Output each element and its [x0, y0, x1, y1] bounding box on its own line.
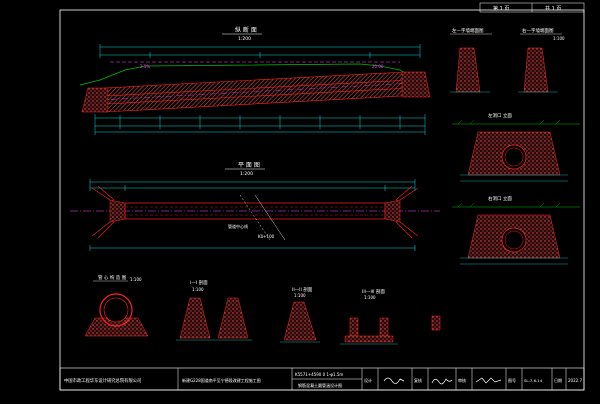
plan-dimensions-bottom [89, 245, 416, 251]
section-2: II—II 剖面 1:100 [280, 286, 320, 343]
profile-culvert [81, 71, 431, 113]
date-value: 2022.7 [568, 378, 582, 383]
elevation-tag-2: 20.00 [372, 64, 384, 69]
section-3: III—III 剖面 1:100 [340, 288, 398, 345]
profile-scale: 1:200 [238, 36, 251, 42]
profile-dimensions-top [99, 44, 421, 58]
right-opening-elevation: 右洞口 立面 [452, 195, 580, 265]
plan-dimensions-top [89, 179, 416, 191]
page-total-label: 共 1 页 [545, 5, 561, 12]
wing-left-title: 左—字墙端面图 [452, 27, 484, 34]
drawing-no-label: 图号 [508, 377, 516, 383]
company-name: 中国市政工程华东设计研究总院有限公司 [64, 377, 141, 384]
plan-view: 平 面 图 1:200 管道中心线 K0+100 [70, 162, 440, 251]
profile-title: 纵 断 面 [235, 26, 257, 34]
section-1: I—I 剖面 1:100 [176, 279, 252, 341]
pipe-section-detail: 管 心 构 造 图 1:100 [84, 274, 149, 337]
section-2-title: II—II 剖面 [292, 286, 313, 293]
drawing-name: 钢筋混凝土圆管涵设计图 [298, 382, 342, 388]
section-1-title: I—I 剖面 [190, 279, 208, 286]
wing-wall-right-section: 右—字墙端面图 1:100 [518, 27, 565, 93]
left-opening-elevation: 左洞口 立面 [452, 112, 580, 182]
title-block: 中国市政工程华东设计研究总院有限公司 新建G228国道南平至宁德段改建工程施工图… [59, 367, 585, 391]
drawing-sheet: 第 1 页 共 1 页 纵 断 面 1:200 2.5% 20.00 平 面 图… [0, 0, 600, 400]
page-number-label: 第 1 页 [493, 5, 509, 12]
left-elevation-title: 左洞口 立面 [488, 112, 512, 119]
section-2-scale: 1:100 [294, 293, 306, 298]
section-1-scale: 1:100 [192, 287, 204, 292]
plan-culvert [70, 185, 440, 241]
review-signature [475, 377, 502, 384]
wing-right-title: 右—字墙端面图 [522, 27, 554, 34]
wing-wall-left-section: 左—字墙端面图 [450, 27, 492, 93]
check-signature [431, 378, 453, 385]
small-detail [431, 315, 441, 331]
section-3-title: III—III 剖面 [362, 288, 385, 295]
profile-dimensions-bottom [94, 114, 426, 135]
elevation-tag-1: 2.5% [140, 64, 150, 69]
right-elevation-title: 右洞口 立面 [488, 195, 512, 202]
pipe-section-title: 管 心 构 造 图 [98, 274, 127, 281]
plan-scale: 1:200 [240, 171, 253, 177]
project-name: 新建G228国道南平至宁德段改建工程施工图 [182, 377, 261, 383]
drawing-no: SL-7-6-14 [524, 378, 543, 383]
design-label: 设计 [364, 377, 372, 383]
profile-view: 纵 断 面 1:200 2.5% 20.00 [79, 26, 431, 135]
plan-title: 平 面 图 [238, 162, 260, 169]
pipe-section-scale: 1:100 [130, 277, 142, 282]
plan-note: 管道中心线 [228, 223, 248, 229]
station-info: K5571+4590 0 1-φ1.5m [295, 372, 343, 377]
wing-scale: 1:100 [553, 36, 565, 41]
date-label: 日期 [554, 377, 562, 383]
design-signature [383, 377, 405, 384]
check-label: 复核 [414, 377, 422, 383]
review-label: 审核 [458, 377, 466, 383]
plan-station: K0+100 [258, 234, 275, 239]
section-3-scale: 1:100 [364, 295, 376, 300]
